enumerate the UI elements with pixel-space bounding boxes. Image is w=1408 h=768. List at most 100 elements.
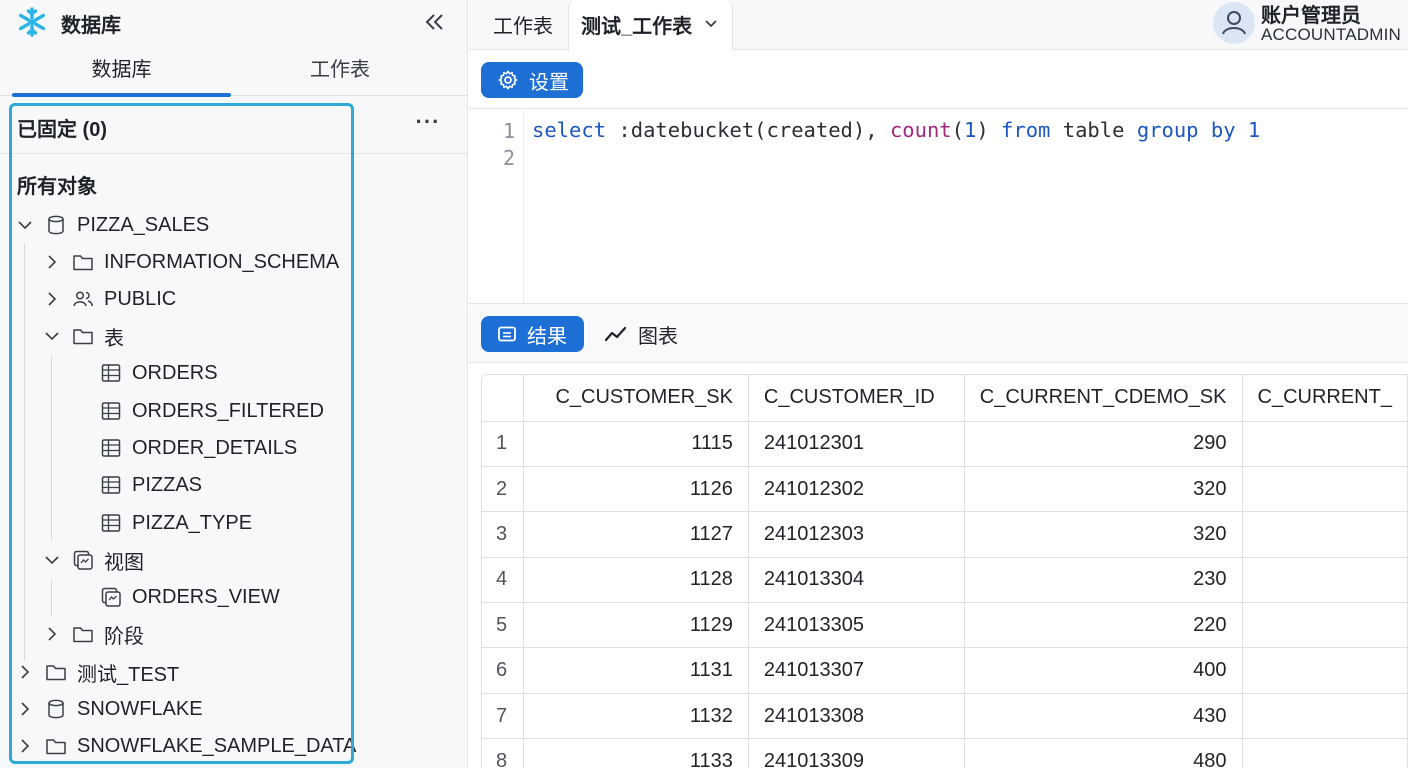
- tree-item[interactable]: INFORMATION_SCHEMA: [44, 244, 339, 280]
- table-cell[interactable]: [1242, 557, 1408, 604]
- chevron-right-icon[interactable]: [17, 664, 33, 680]
- row-number-cell[interactable]: 8: [482, 738, 525, 768]
- table-cell[interactable]: 230: [964, 557, 1243, 604]
- tree-item[interactable]: ORDER_DETAILS: [100, 430, 297, 466]
- table-cell[interactable]: 1131: [523, 647, 749, 694]
- chevron-right-icon[interactable]: [44, 254, 60, 270]
- table-cell[interactable]: 241013305: [748, 602, 965, 649]
- column-header[interactable]: C_CURRENT_: [1242, 375, 1408, 422]
- tree-item[interactable]: ORDERS_FILTERED: [100, 393, 324, 429]
- tree-item[interactable]: SNOWFLAKE_SAMPLE_DATA: [17, 728, 356, 764]
- table-cell[interactable]: 1126: [523, 466, 749, 513]
- tab-active-worksheet[interactable]: 测试_工作表: [568, 0, 733, 51]
- table-row[interactable]: 7 1132 241013308 430: [482, 693, 1408, 740]
- row-number-cell[interactable]: 6: [482, 647, 525, 694]
- table-icon: [101, 476, 121, 494]
- table-cell[interactable]: [1242, 421, 1408, 467]
- table-cell[interactable]: 1133: [523, 738, 749, 768]
- table-cell[interactable]: 480: [964, 738, 1243, 768]
- settings-button[interactable]: 设置: [481, 62, 583, 98]
- chevron-down-icon[interactable]: [44, 328, 60, 344]
- collapse-sidebar-icon[interactable]: [422, 9, 448, 35]
- chart-button[interactable]: 图表: [604, 316, 678, 352]
- table-cell[interactable]: [1242, 647, 1408, 694]
- table-cell[interactable]: 1127: [523, 511, 749, 558]
- table-row[interactable]: 5 1129 241013305 220: [482, 602, 1408, 649]
- results-table: C_CUSTOMER_SK C_CUSTOMER_ID C_CURRENT_CD…: [482, 375, 1408, 768]
- column-header[interactable]: C_CUSTOMER_SK: [523, 375, 749, 422]
- chevron-down-icon[interactable]: [703, 15, 719, 31]
- tree-item[interactable]: PIZZA_TYPE: [100, 505, 252, 541]
- tree-item-label: 测试_TEST: [77, 663, 180, 686]
- tree-item-label: INFORMATION_SCHEMA: [104, 250, 340, 273]
- tree-item[interactable]: PIZZA_SALES: [17, 207, 209, 243]
- table-cell[interactable]: 1128: [523, 557, 749, 604]
- row-number-header: [482, 375, 525, 422]
- chevron-right-icon[interactable]: [44, 626, 60, 642]
- table-cell[interactable]: 241012302: [748, 466, 965, 513]
- database-icon: [48, 215, 64, 235]
- more-options-icon[interactable]: ···: [414, 110, 442, 138]
- results-grid: C_CUSTOMER_SK C_CUSTOMER_ID C_CURRENT_CD…: [481, 374, 1408, 768]
- table-row[interactable]: 4 1128 241013304 230: [482, 557, 1408, 604]
- tab-worksheets-list[interactable]: 工作表: [493, 10, 553, 39]
- tree-item[interactable]: ORDERS: [100, 355, 218, 391]
- account-menu[interactable]: 账户管理员 ACCOUNTADMIN: [1213, 0, 1408, 48]
- row-number-cell[interactable]: 2: [482, 466, 525, 513]
- table-cell[interactable]: 320: [964, 466, 1243, 513]
- chevron-down-icon[interactable]: [17, 217, 33, 233]
- tree-item[interactable]: 视图: [44, 542, 144, 578]
- tree-item[interactable]: 阶段: [44, 616, 144, 652]
- tree-item[interactable]: ORDERS_VIEW: [100, 579, 280, 615]
- sql-editor[interactable]: 1 2 select :datebucket(created), count(1…: [469, 110, 1408, 304]
- table-cell[interactable]: 1115: [523, 421, 749, 467]
- all-objects-label: 所有对象: [17, 176, 97, 198]
- table-cell[interactable]: 1132: [523, 693, 749, 740]
- chevron-right-icon[interactable]: [44, 291, 60, 307]
- row-number-cell[interactable]: 5: [482, 602, 525, 649]
- table-cell[interactable]: 220: [964, 602, 1243, 649]
- table-cell[interactable]: 241013307: [748, 647, 965, 694]
- table-cell[interactable]: [1242, 602, 1408, 649]
- table-row[interactable]: 3 1127 241012303 320: [482, 511, 1408, 558]
- code-line[interactable]: select :datebucket(created), count(1) fr…: [532, 118, 1260, 142]
- table-row[interactable]: 8 1133 241013309 480: [482, 738, 1408, 768]
- tab-databases[interactable]: 数据库: [12, 48, 231, 97]
- tree-item[interactable]: 测试_TEST: [17, 654, 179, 690]
- table-cell[interactable]: 290: [964, 421, 1243, 467]
- folder-icon: [73, 255, 93, 271]
- column-header[interactable]: C_CUSTOMER_ID: [748, 375, 965, 422]
- tree-item[interactable]: 表: [44, 318, 124, 354]
- tree-item[interactable]: SNOWFLAKE: [17, 691, 203, 727]
- table-cell[interactable]: 241013304: [748, 557, 965, 604]
- table-cell[interactable]: 430: [964, 693, 1243, 740]
- row-number-cell[interactable]: 4: [482, 557, 525, 604]
- chevron-right-icon[interactable]: [17, 701, 33, 717]
- tree-item[interactable]: PUBLIC: [44, 281, 176, 317]
- table-row[interactable]: 6 1131 241013307 400: [482, 647, 1408, 694]
- table-cell[interactable]: 320: [964, 511, 1243, 558]
- tree-item[interactable]: PIZZAS: [100, 467, 202, 503]
- table-cell[interactable]: [1242, 511, 1408, 558]
- column-header[interactable]: C_CURRENT_CDEMO_SK: [964, 375, 1243, 422]
- row-number-cell[interactable]: 1: [482, 421, 525, 467]
- row-number-cell[interactable]: 7: [482, 693, 525, 740]
- table-cell[interactable]: 400: [964, 647, 1243, 694]
- table-cell[interactable]: 241013308: [748, 693, 965, 740]
- table-cell[interactable]: [1242, 738, 1408, 768]
- chevron-down-icon[interactable]: [44, 552, 60, 568]
- folder-icon: [46, 665, 66, 681]
- table-row[interactable]: 1 1115 241012301 290: [482, 421, 1408, 467]
- chevron-right-icon[interactable]: [17, 738, 33, 754]
- table-cell[interactable]: 241013309: [748, 738, 965, 768]
- row-number-cell[interactable]: 3: [482, 511, 525, 558]
- table-cell[interactable]: 241012303: [748, 511, 965, 558]
- table-cell[interactable]: [1242, 466, 1408, 513]
- line-number-gutter: 1 2: [469, 110, 524, 304]
- table-row[interactable]: 2 1126 241012302 320: [482, 466, 1408, 513]
- results-button[interactable]: 结果: [481, 316, 584, 352]
- table-cell[interactable]: 241012301: [748, 421, 965, 467]
- tab-worksheets[interactable]: 工作表: [230, 48, 450, 96]
- table-cell[interactable]: 1129: [523, 602, 749, 649]
- table-cell[interactable]: [1242, 693, 1408, 740]
